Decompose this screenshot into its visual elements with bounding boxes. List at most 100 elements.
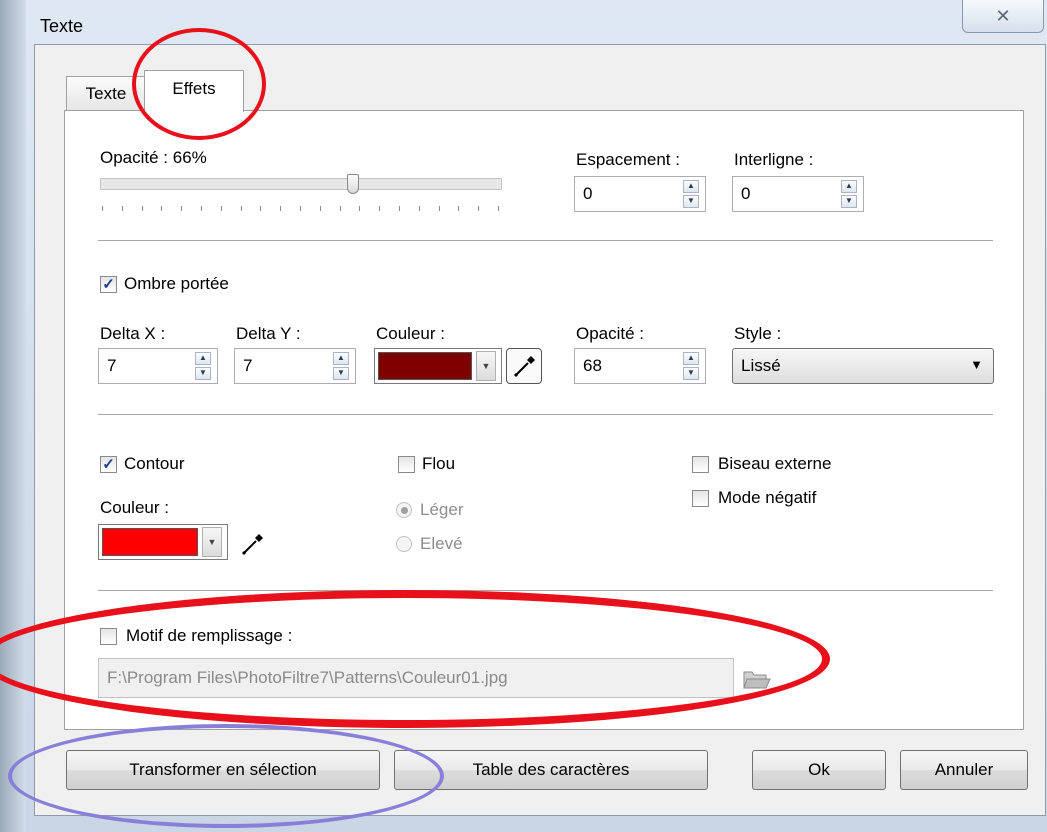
line-spacing-label: Interligne : xyxy=(734,150,814,169)
spin-down-icon[interactable]: ▼ xyxy=(333,367,349,380)
slider-tick xyxy=(399,206,400,211)
spin-up-icon[interactable]: ▲ xyxy=(195,352,211,365)
spacing-spinner[interactable]: 0 ▲ ▼ xyxy=(574,176,706,212)
shadow-opacity-label: Opacité : xyxy=(576,324,645,343)
opacity-slider-track[interactable] xyxy=(100,178,502,190)
outline-color-swatch xyxy=(102,528,198,556)
shadow-opacity-value: 68 xyxy=(583,356,602,375)
slider-tick xyxy=(418,206,420,211)
bevel-label: Biseau externe xyxy=(718,454,832,473)
slider-tick xyxy=(220,206,222,211)
separator xyxy=(98,590,993,591)
chevron-down-icon[interactable]: ▼ xyxy=(476,351,496,381)
transform-selection-button[interactable]: Transformer en sélection xyxy=(66,750,380,790)
spin-down-icon[interactable]: ▼ xyxy=(683,367,699,380)
spin-up-icon[interactable]: ▲ xyxy=(683,180,699,193)
shadow-style-label: Style : xyxy=(734,324,782,343)
shadow-eyedropper-button[interactable] xyxy=(506,348,542,384)
tab-effets[interactable]: Effets xyxy=(144,70,244,112)
character-table-button[interactable]: Table des caractères xyxy=(394,750,708,790)
slider-tick xyxy=(458,206,460,211)
shadow-style-value: Lissé xyxy=(741,356,781,375)
slider-tick xyxy=(121,206,123,211)
slider-tick xyxy=(478,206,480,211)
line-spacing-spinner[interactable]: 0 ▲ ▼ xyxy=(732,176,864,212)
blur-light-radio[interactable] xyxy=(396,502,412,518)
delta-x-label: Delta X : xyxy=(100,324,166,343)
shadow-label: Ombre portée xyxy=(124,274,229,293)
slider-tick xyxy=(240,206,242,211)
shadow-color-combo[interactable]: ▼ xyxy=(374,348,502,384)
window-title: Texte xyxy=(40,16,84,36)
blur-high-radio[interactable] xyxy=(396,536,412,552)
pattern-label: Motif de remplissage : xyxy=(126,626,293,645)
tab-effets-label: Effets xyxy=(172,79,216,98)
pattern-path-value: F:\Program Files\PhotoFiltre7\Patterns\C… xyxy=(107,668,508,687)
slider-tick xyxy=(498,206,499,211)
slider-tick xyxy=(161,206,163,211)
ok-button[interactable]: Ok xyxy=(752,750,886,790)
spacing-label: Espacement : xyxy=(576,150,680,169)
blur-high-label: Elevé xyxy=(420,534,463,553)
delta-y-value: 7 xyxy=(243,356,253,375)
outline-color-combo[interactable]: ▼ xyxy=(98,524,228,560)
check-icon: ✓ xyxy=(102,456,115,473)
bevel-checkbox[interactable] xyxy=(692,456,709,473)
shadow-opacity-spinner[interactable]: 68 ▲ ▼ xyxy=(574,348,706,384)
shadow-color-label: Couleur : xyxy=(376,324,445,343)
ok-label: Ok xyxy=(808,760,830,779)
shadow-checkbox[interactable]: ✓ xyxy=(100,276,117,293)
chevron-down-icon[interactable]: ▼ xyxy=(202,527,222,557)
slider-tick xyxy=(339,206,341,211)
shadow-style-select[interactable]: Lissé ▼ xyxy=(732,348,994,384)
pattern-path-field[interactable]: F:\Program Files\PhotoFiltre7\Patterns\C… xyxy=(98,658,734,698)
slider-tick xyxy=(201,206,202,211)
spin-up-icon[interactable]: ▲ xyxy=(683,352,699,365)
cancel-button[interactable]: Annuler xyxy=(900,750,1028,790)
slider-tick xyxy=(141,206,143,211)
blur-light-label: Léger xyxy=(420,500,464,519)
outline-label: Contour xyxy=(124,454,185,473)
eyedropper-icon[interactable] xyxy=(238,528,268,558)
slider-tick xyxy=(181,206,183,211)
negative-label: Mode négatif xyxy=(718,488,817,507)
blur-label: Flou xyxy=(422,454,456,473)
slider-tick xyxy=(260,206,262,211)
line-spacing-value: 0 xyxy=(741,184,751,203)
slider-tick xyxy=(379,206,381,211)
opacity-label: Opacité : 66% xyxy=(100,148,207,167)
delta-x-spinner[interactable]: 7 ▲ ▼ xyxy=(98,348,218,384)
blur-checkbox[interactable] xyxy=(398,456,415,473)
spin-down-icon[interactable]: ▼ xyxy=(195,367,211,380)
separator xyxy=(98,414,993,415)
separator xyxy=(98,240,993,241)
delta-y-spinner[interactable]: 7 ▲ ▼ xyxy=(234,348,356,384)
spin-down-icon[interactable]: ▼ xyxy=(683,195,699,208)
negative-checkbox[interactable] xyxy=(692,490,709,507)
spacing-value: 0 xyxy=(583,184,593,203)
folder-open-icon[interactable] xyxy=(742,666,772,692)
slider-tick xyxy=(438,206,440,211)
spin-up-icon[interactable]: ▲ xyxy=(841,180,857,193)
outline-checkbox[interactable]: ✓ xyxy=(100,456,117,473)
eyedropper-icon xyxy=(513,356,535,378)
pattern-checkbox[interactable] xyxy=(100,628,117,645)
slider-tick xyxy=(300,206,301,211)
close-icon: ✕ xyxy=(995,5,1011,26)
slider-tick xyxy=(102,206,103,211)
opacity-slider-thumb[interactable] xyxy=(347,174,360,194)
character-table-label: Table des caractères xyxy=(472,760,630,779)
spin-up-icon[interactable]: ▲ xyxy=(333,352,349,365)
chevron-down-icon: ▼ xyxy=(970,357,983,372)
cancel-label: Annuler xyxy=(934,760,994,779)
outline-color-label: Couleur : xyxy=(100,498,169,517)
slider-tick xyxy=(359,206,361,211)
close-button[interactable]: ✕ xyxy=(962,0,1044,33)
delta-y-label: Delta Y : xyxy=(236,324,301,343)
delta-x-value: 7 xyxy=(107,356,117,375)
tab-texte-label: Texte xyxy=(85,83,127,103)
window-border-left xyxy=(0,0,26,832)
spin-down-icon[interactable]: ▼ xyxy=(841,195,857,208)
shadow-color-swatch xyxy=(378,352,472,380)
tab-texte[interactable]: Texte xyxy=(66,76,146,110)
